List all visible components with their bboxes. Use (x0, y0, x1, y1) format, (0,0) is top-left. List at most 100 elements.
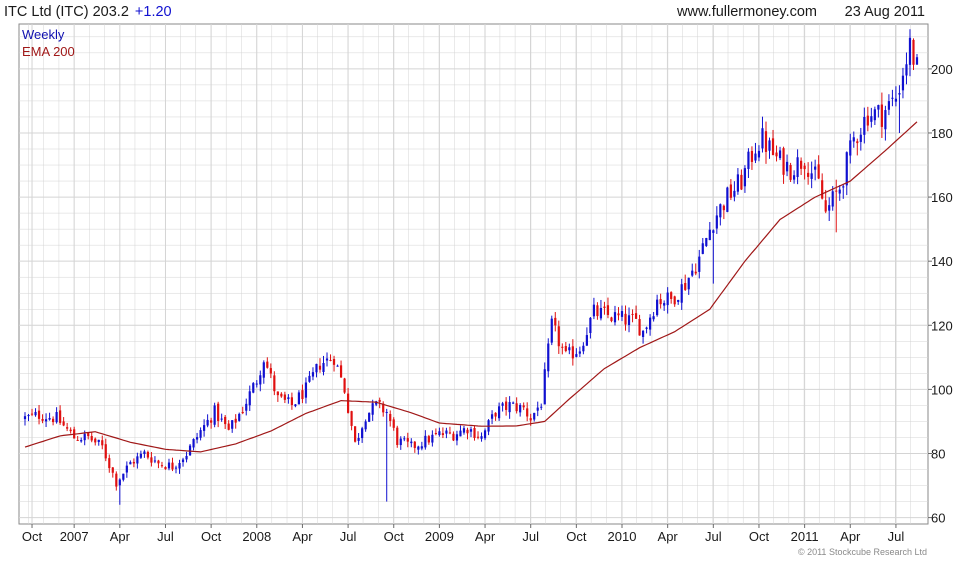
candle-body (522, 405, 525, 408)
candle-body (887, 101, 891, 110)
candle (354, 426, 357, 443)
candle-body (248, 391, 251, 406)
candle-body (97, 439, 100, 442)
x-tick-label: 2011 (791, 529, 819, 544)
candle-body (592, 304, 596, 317)
candle-body (578, 351, 581, 354)
candle-body (76, 439, 79, 441)
candle-body (817, 164, 820, 179)
candle-body (188, 445, 192, 456)
candle-body (94, 438, 97, 443)
candle-body (645, 327, 648, 329)
candle-body (620, 311, 624, 317)
candle-body (894, 98, 898, 102)
candle-body (424, 435, 427, 448)
candle-body (343, 378, 346, 393)
candle-body (838, 189, 841, 194)
candle-body (526, 408, 529, 417)
x-tick-label: Oct (201, 529, 222, 544)
candle (726, 186, 729, 213)
candle-body (596, 305, 599, 317)
candle-body (361, 428, 364, 439)
stock-chart: ITC Ltd (ITC) 203.2 +1.20 www.fullermoney… (0, 0, 980, 560)
candle-body (554, 317, 557, 326)
candle-body (146, 451, 150, 458)
x-tick-label: 2008 (242, 529, 271, 544)
x-tick-label: 2009 (425, 529, 454, 544)
candle-body (698, 256, 701, 272)
candle-body (828, 205, 831, 211)
candle-body (357, 437, 360, 441)
x-tick-label: 2010 (608, 529, 637, 544)
candle-body (898, 93, 901, 95)
candle-body (224, 416, 227, 425)
candle-body (663, 303, 666, 306)
candle-body (238, 413, 241, 421)
candle-body (873, 109, 876, 121)
candle-body (59, 410, 62, 423)
candle-body (234, 418, 237, 423)
candle-body (118, 479, 121, 486)
candle-body (673, 296, 676, 305)
candle-body (754, 153, 757, 161)
candle-body (469, 429, 473, 432)
candle-body (473, 428, 476, 438)
candle-body (852, 137, 855, 142)
x-tick-label: Jul (705, 529, 722, 544)
candle-body (213, 405, 216, 425)
x-tick-label: Jul (522, 529, 539, 544)
candle-body (519, 404, 522, 413)
candle-body (385, 411, 388, 413)
candle-body (796, 157, 799, 178)
candle-body (719, 204, 722, 218)
candle (343, 377, 346, 394)
candle-body (842, 186, 845, 188)
candle-body (722, 205, 725, 211)
candle-body (178, 462, 181, 469)
candle-body (845, 152, 848, 186)
candle-body (217, 403, 220, 421)
candle-body (859, 134, 862, 142)
candle-body (125, 465, 128, 473)
candle-body (30, 413, 34, 415)
candle-body (210, 420, 213, 423)
candle-body (203, 425, 206, 431)
candle-body (599, 308, 603, 319)
x-tick-label: Oct (566, 529, 587, 544)
candle-body (143, 451, 146, 455)
candle (396, 425, 399, 448)
candle-body (564, 346, 567, 352)
candle-body (245, 403, 248, 411)
x-axis: Oct 2007 Apr Jul Oct 2008 Apr Jul Oct 2009 Apr Jul O… (22, 524, 904, 544)
candle-body (550, 318, 553, 343)
candle-body (785, 161, 789, 172)
candle-body (659, 299, 662, 305)
candle-body (294, 404, 297, 407)
candle-body (462, 428, 466, 433)
candle-body (880, 104, 883, 127)
candle-body (459, 430, 462, 437)
candle-body (533, 412, 536, 420)
candle-body (297, 392, 301, 405)
candle-body (283, 394, 286, 400)
candle-body (129, 462, 132, 465)
candle-body (652, 316, 655, 320)
candle-body (821, 180, 824, 199)
x-tick-label: Apr (110, 529, 131, 544)
candle-body (90, 436, 93, 441)
y-axis: 60 80 100 120 140 160 180 200 (928, 62, 953, 526)
candle-body (606, 305, 610, 315)
candle-body (547, 343, 550, 372)
candle-body (694, 271, 697, 274)
candle-body (301, 390, 304, 400)
candle-body (792, 175, 796, 180)
candle-body (561, 346, 564, 348)
candle-body (262, 362, 265, 378)
candle-body (884, 110, 887, 130)
y-tick-label: 180 (931, 126, 953, 141)
candle-body (483, 430, 487, 439)
candle-body (764, 131, 768, 152)
candle-body (41, 419, 44, 421)
candle-body (508, 402, 511, 413)
candle-body (908, 37, 912, 65)
